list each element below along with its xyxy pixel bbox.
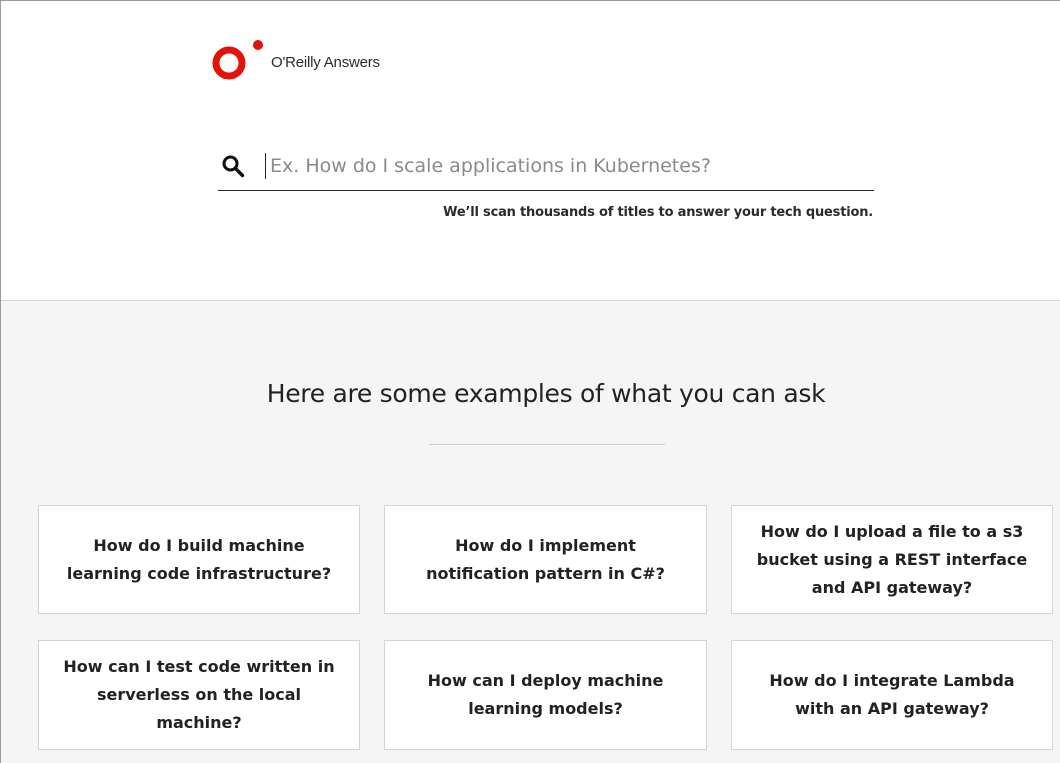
search-icon[interactable] — [220, 153, 246, 179]
oreilly-logo-icon — [212, 40, 263, 80]
search-hint: We’ll scan thousands of titles to answer… — [443, 205, 873, 220]
search-input[interactable] — [265, 152, 874, 179]
example-question-card[interactable]: How can I deploy machine learning models… — [384, 640, 707, 750]
search-bar — [218, 141, 874, 191]
heading-divider — [429, 444, 665, 445]
brand-name: O'Reilly Answers — [271, 53, 380, 71]
example-question-card[interactable]: How do I upload a file to a s3 bucket us… — [731, 505, 1053, 614]
page-frame: O'Reilly Answers We’ll scan thousands of… — [0, 0, 1060, 763]
search-header: O'Reilly Answers We’ll scan thousands of… — [1, 1, 1060, 301]
examples-heading: Here are some examples of what you can a… — [266, 379, 826, 408]
example-question-card[interactable]: How do I implement notification pattern … — [384, 505, 707, 614]
example-question-card[interactable]: How do I integrate Lambda with an API ga… — [731, 640, 1053, 750]
brand-logo[interactable]: O'Reilly Answers — [211, 39, 380, 85]
example-question-card[interactable]: How can I test code written in serverles… — [38, 640, 360, 750]
examples-section: Here are some examples of what you can a… — [1, 301, 1060, 763]
example-question-card[interactable]: How do I build machine learning code inf… — [38, 505, 360, 614]
